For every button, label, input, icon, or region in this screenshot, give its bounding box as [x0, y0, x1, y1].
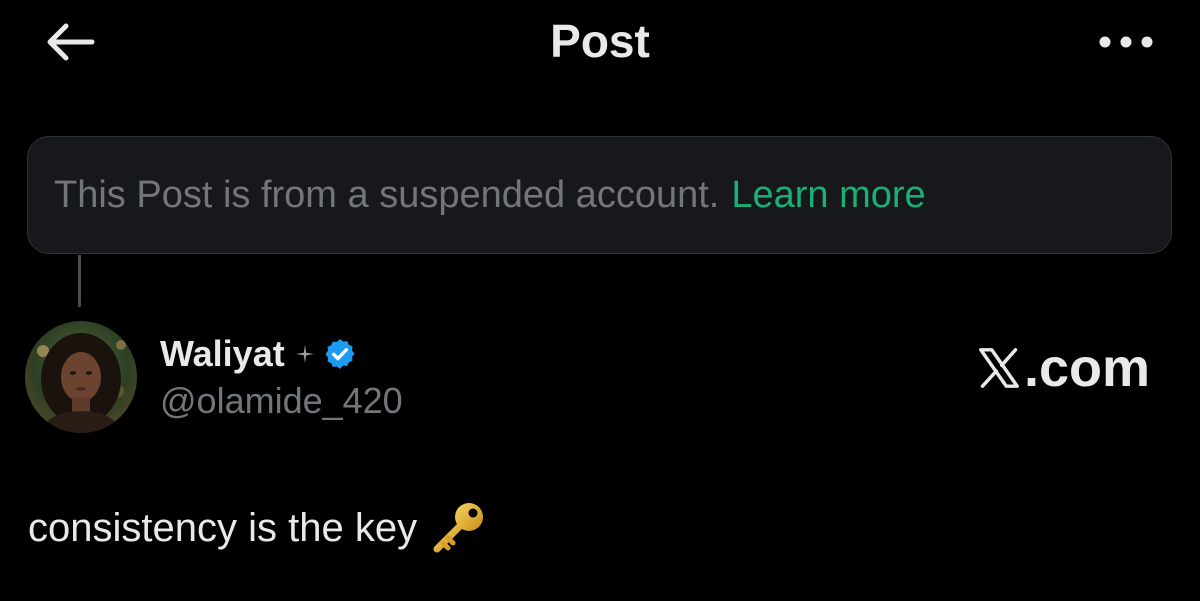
post-body: consistency is the key — [28, 500, 487, 556]
page-title: Post — [550, 15, 650, 67]
avatar[interactable] — [25, 321, 137, 433]
author-handle[interactable]: @olamide_420 — [160, 380, 403, 422]
author-name-row: Waliyat — [160, 332, 357, 376]
post-text: consistency is the key — [28, 506, 418, 550]
sparkle-icon — [295, 345, 314, 363]
learn-more-link[interactable]: Learn more — [731, 173, 925, 217]
watermark-text: .com — [1023, 338, 1150, 398]
suspended-notice: This Post is from a suspended account. L… — [27, 136, 1172, 254]
x-logo-icon — [979, 348, 1019, 388]
more-options-button[interactable] — [1094, 22, 1158, 62]
thread-connector-line — [78, 255, 81, 307]
more-horizontal-icon — [1099, 36, 1153, 48]
author-display-name[interactable]: Waliyat — [160, 333, 285, 375]
key-icon — [433, 503, 484, 553]
verified-badge-icon[interactable] — [323, 337, 357, 371]
avatar-image — [25, 321, 137, 433]
suspended-notice-text: This Post is from a suspended account. — [54, 174, 720, 216]
watermark: .com — [976, 338, 1150, 398]
